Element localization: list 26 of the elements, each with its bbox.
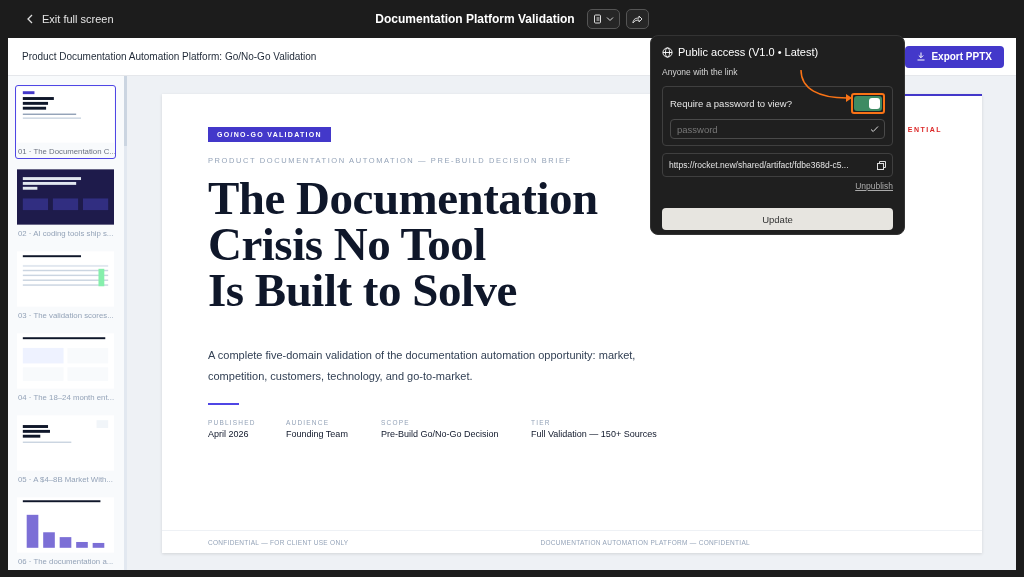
meta-value: Pre-Build Go/No-Go Decision <box>381 429 500 439</box>
globe-icon <box>662 46 673 58</box>
chevron-left-icon <box>26 14 34 24</box>
window-title: Documentation Platform Validation <box>375 12 575 26</box>
password-field[interactable]: password <box>670 119 885 139</box>
popover-title: Public access (V1.0 • Latest) <box>678 46 819 58</box>
version-dropdown[interactable] <box>586 9 620 29</box>
meta-value: Founding Team <box>286 429 349 439</box>
copy-icon[interactable] <box>877 160 886 170</box>
document-icon <box>592 13 603 25</box>
download-icon <box>917 52 926 61</box>
exit-full-screen-button[interactable]: Exit full screen <box>26 13 114 25</box>
meta-value: April 2026 <box>208 429 250 439</box>
meta-value: Full Validation — 150+ Sources <box>531 429 657 439</box>
document-title: Product Documentation Automation Platform: Go/No-Go Validation <box>22 51 317 62</box>
unpublish-link[interactable]: Unpublish <box>855 181 893 191</box>
popover-subtitle: Anyone with the link <box>662 67 739 77</box>
slide-summary: A complete five-domain validation of the documentation automation opportunity: market, competition, customers, technology, and go-to-market. <box>208 348 637 384</box>
caret-icon <box>605 16 614 22</box>
slide-title: The Documentation Crisis No Tool Is Built to Solve <box>208 175 598 313</box>
check-icon <box>870 125 879 133</box>
password-toggle-label: Require a password to view? <box>670 98 792 109</box>
share-button[interactable] <box>625 9 649 29</box>
update-button[interactable]: Update <box>662 208 893 230</box>
share-icon <box>631 14 643 24</box>
export-button[interactable]: Export PPTX <box>905 45 1004 68</box>
